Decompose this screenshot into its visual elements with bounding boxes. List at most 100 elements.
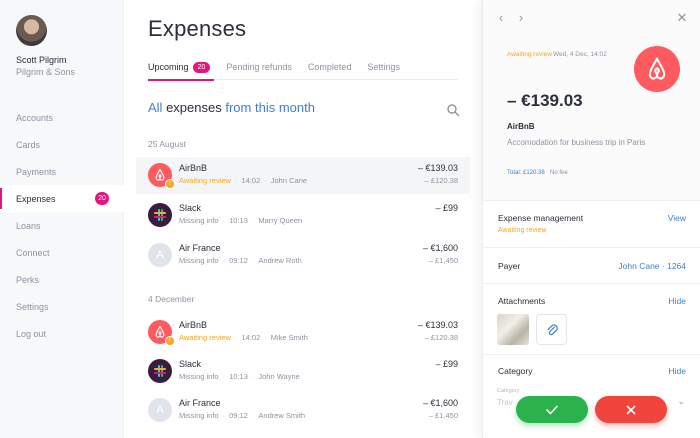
sidebar: Scott Pilgrim Pilgrim & Sons Accounts Ca… [0, 0, 124, 438]
sidebar-item-settings[interactable]: Settings [0, 293, 124, 320]
expense-row[interactable]: A Air France Missing info · 09:12 · Andrew R… [136, 237, 470, 274]
sidebar-item-label: Connect [16, 247, 50, 258]
slack-logo-icon [148, 359, 172, 383]
tab-upcoming[interactable]: Upcoming 20 [148, 58, 215, 81]
status-text: Awaiting review [179, 176, 231, 185]
category-select[interactable]: Trav [497, 398, 513, 407]
person-name: Andrew Roth [258, 256, 302, 265]
person-name: Andrew Smith [258, 411, 306, 420]
separator-dot: · [222, 411, 226, 420]
panel-description: Accomodation for business trip in Paris [507, 138, 646, 147]
initial-avatar-icon: A [148, 398, 172, 422]
amount: – €1,600 [422, 243, 458, 253]
sidebar-item-label: Cards [16, 139, 41, 150]
section-title: Category [498, 366, 533, 376]
paperclip-icon[interactable] [536, 314, 567, 345]
status-text: Missing info [179, 256, 219, 265]
payer-link[interactable]: John Cane · 1264 [618, 261, 686, 271]
expense-row[interactable]: ! AirBnB Awaiting review · 14:02 · John Cane… [136, 157, 470, 194]
amount: – €139.03 [417, 320, 458, 330]
sidebar-item-accounts[interactable]: Accounts [0, 104, 124, 131]
separator-dot: · [251, 256, 255, 265]
merchant-name: Air France [179, 243, 221, 253]
merchant-name: AirBnB [179, 320, 208, 330]
payer-section: Payer John Cane · 1264 [483, 247, 700, 283]
sidebar-nav: Accounts Cards Payments Expenses 20 Loans… [0, 104, 124, 347]
sidebar-item-connect[interactable]: Connect [0, 239, 124, 266]
separator-dot: · [234, 176, 238, 185]
amount: – £99 [435, 203, 458, 213]
sidebar-item-expenses[interactable]: Expenses 20 [0, 185, 124, 212]
warning-icon: ! [165, 336, 175, 346]
person-name: Mike Smith [270, 333, 308, 342]
sidebar-item-payments[interactable]: Payments [0, 158, 124, 185]
receipt-thumbnail[interactable] [497, 314, 529, 345]
row-meta: Missing info · 10:13 · Marry Queen [179, 216, 302, 225]
upcoming-count-badge: 20 [192, 62, 211, 73]
time-text: 09:12 [229, 256, 248, 265]
expenses-count-badge: 20 [95, 192, 109, 205]
amount: – £99 [435, 359, 458, 369]
merchant-name: Slack [179, 359, 202, 369]
person-name: John Cane [270, 176, 308, 185]
row-meta: Missing info · 09:12 · Andrew Smith [179, 411, 305, 420]
amount: – €1,600 [422, 398, 458, 408]
close-icon[interactable]: ✕ [675, 11, 689, 25]
previous-arrow-icon[interactable]: ‹ [494, 11, 508, 25]
chevron-down-icon[interactable]: ⌄ [677, 396, 685, 407]
sidebar-item-label: Expenses [16, 193, 56, 204]
search-icon[interactable] [446, 103, 460, 117]
row-meta: Awaiting review · 14:02 · Mike Smith [179, 333, 308, 342]
view-link[interactable]: View [668, 213, 686, 223]
row-meta: Missing info · 09:12 · Andrew Roth [179, 256, 302, 265]
next-arrow-icon[interactable]: › [514, 11, 528, 25]
airbnb-logo-icon: ! [148, 163, 175, 189]
avatar[interactable] [16, 15, 47, 46]
panel-merchant: AirBnB [507, 122, 535, 131]
category-section: Category Hide [483, 354, 700, 438]
expense-row[interactable]: A Air France Missing info · 09:12 · Andrew S… [136, 392, 470, 429]
sidebar-item-logout[interactable]: Log out [0, 320, 124, 347]
separator-dot: · [222, 256, 226, 265]
time-text: 09:12 [229, 411, 248, 420]
filter-period-dropdown[interactable]: from this month [225, 100, 315, 115]
approve-button[interactable] [516, 396, 588, 423]
hide-attachments-link[interactable]: Hide [669, 296, 686, 306]
sidebar-item-label: Perks [16, 274, 40, 285]
separator-dot: · [222, 372, 226, 381]
panel-status: Awaiting review [507, 51, 553, 58]
page-title: Expenses [148, 16, 247, 41]
initial-avatar-icon: A [148, 243, 172, 267]
converted-amount: – £120.38 [424, 333, 458, 342]
group-date-label: 4 December [148, 294, 195, 304]
sidebar-item-cards[interactable]: Cards [0, 131, 124, 158]
hide-category-link[interactable]: Hide [669, 366, 686, 376]
tab-settings[interactable]: Settings [367, 58, 400, 80]
tab-pending-refunds[interactable]: Pending refunds [226, 58, 292, 80]
sidebar-item-label: Log out [16, 328, 47, 339]
separator-dot: · [264, 176, 267, 185]
section-heading-text: expenses [166, 100, 222, 115]
user-name: Scott Pilgrim [16, 55, 67, 65]
separator-dot: · [251, 411, 255, 420]
expense-row[interactable]: Slack Missing info · 10:13 · John Wayne – £9… [136, 353, 470, 390]
row-meta: Awaiting review · 14:02 · John Cane [179, 176, 307, 185]
sidebar-item-label: Loans [16, 220, 41, 231]
panel-total: Total: £120.38 [507, 170, 545, 176]
sidebar-item-label: Accounts [16, 112, 54, 123]
time-text: 10:13 [229, 372, 248, 381]
airbnb-logo-icon: ! [148, 320, 175, 346]
filter-scope-dropdown[interactable]: All [148, 100, 162, 115]
row-meta: Missing info · 10:13 · John Wayne [179, 372, 300, 381]
expense-row[interactable]: ! AirBnB Awaiting review · 14:02 · Mike Smit… [136, 314, 470, 351]
tab-label: Upcoming [148, 62, 189, 72]
sidebar-item-loans[interactable]: Loans [0, 212, 124, 239]
check-icon [546, 405, 558, 414]
reject-button[interactable] [595, 396, 667, 423]
sidebar-item-perks[interactable]: Perks [0, 266, 124, 293]
merchant-name: Air France [179, 398, 221, 408]
expense-management-section: Expense management View Awaiting review [483, 200, 700, 247]
expense-row[interactable]: Slack Missing info · 10:13 · Marry Queen – £… [136, 197, 470, 234]
tab-completed[interactable]: Completed [308, 58, 352, 80]
tab-label: Settings [367, 62, 400, 72]
